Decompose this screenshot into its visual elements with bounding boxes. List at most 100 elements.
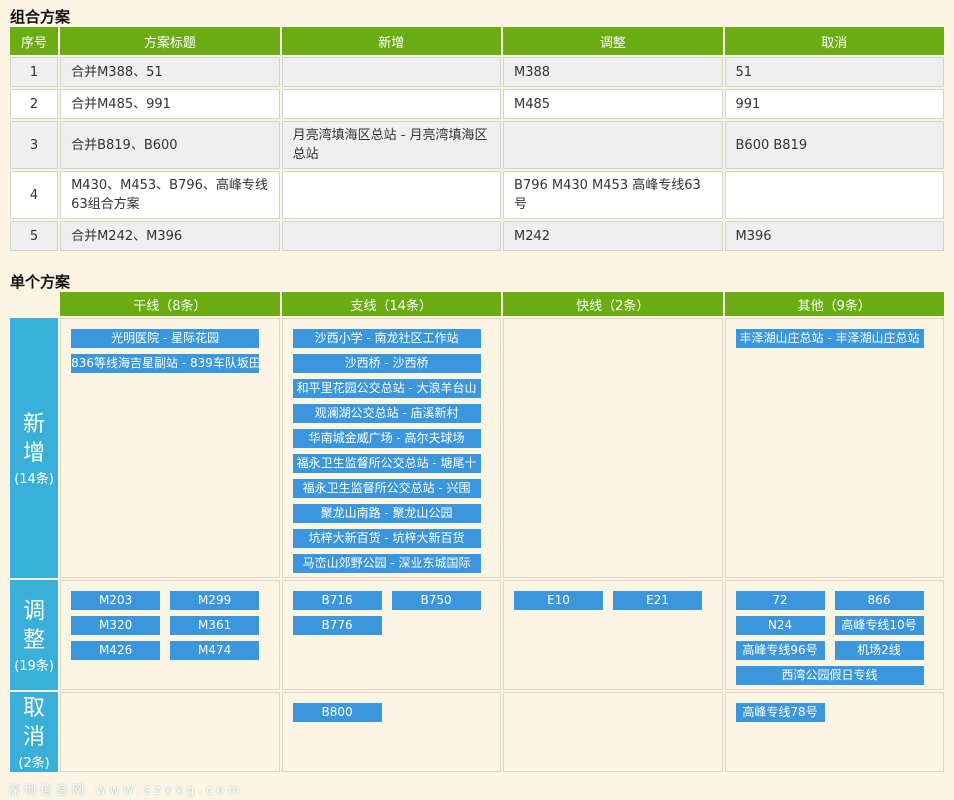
table-row: 4 M430、M453、B796、高峰专线63组合方案 B796 M430 M4… [10, 171, 944, 219]
table-row: 1 合并M388、51 M388 51 [10, 57, 944, 87]
route-tag[interactable]: 高峰专线96号 [735, 641, 825, 660]
route-tag[interactable]: N24 [735, 616, 825, 635]
row-adjust [503, 121, 723, 169]
route-tag[interactable]: E10 [514, 591, 604, 610]
tag-list: 高峰专线78号 [726, 693, 944, 722]
header-trunk: 干线（8条） [60, 292, 280, 316]
route-tag[interactable]: B776 [292, 616, 382, 635]
header-adjust: 调整 [503, 27, 723, 55]
route-tag[interactable]: B750 [391, 591, 481, 610]
header-cancel: 取消 [724, 27, 944, 55]
row-label-add-bottom: 增 [23, 440, 46, 466]
route-tag[interactable]: 华南城金威广场 - 高尔夫球场 [292, 429, 481, 448]
tag-list: 丰泽湖山庄总站 - 丰泽湖山庄总站 [726, 319, 944, 348]
route-tag[interactable]: 观澜湖公交总站 - 庙溪新村 [292, 404, 481, 423]
header-title: 方案标题 [60, 27, 280, 55]
route-tag[interactable]: 西湾公园假日专线 [735, 666, 924, 685]
tag-list: E10 E21 [504, 581, 721, 610]
row-add [281, 171, 502, 219]
table-row: 3 合并B819、B600 月亮湾填海区总站 - 月亮湾填海区总站 B600 B… [10, 121, 944, 169]
cell-add-trunk: 光明医院 - 星际花园 836等线海吉星副站 - 839车队坂田 [60, 318, 280, 578]
row-label-cancel-top: 取 [23, 696, 46, 721]
cell-cancel-trunk [60, 692, 280, 772]
row-title: 合并M242、M396 [60, 221, 280, 251]
row-label-adjust: 调 整 (19条) [10, 580, 59, 690]
row-title: 合并B819、B600 [60, 121, 280, 169]
route-tag[interactable]: 866 [834, 591, 924, 610]
route-tag[interactable]: M299 [170, 591, 260, 610]
row-add [281, 89, 502, 119]
row-cancel: M396 [724, 221, 944, 251]
cell-cancel-express [503, 692, 723, 772]
row-add: 新 增 (14条) 光明医院 - 星际花园 836等线海吉星副站 - 839车队坂… [10, 318, 944, 578]
row-cancel: B600 B819 [724, 121, 944, 169]
route-tag[interactable]: B716 [292, 591, 382, 610]
route-tag[interactable]: E21 [613, 591, 703, 610]
row-add [281, 57, 502, 87]
route-tag[interactable]: M203 [71, 591, 161, 610]
header-express: 快线（2条） [503, 292, 723, 316]
row-label-adjust-bottom: 整 [23, 627, 46, 653]
route-tag[interactable]: 马峦山郊野公园 - 深业东城国际 [292, 554, 481, 573]
route-tag[interactable]: 高峰专线78号 [735, 703, 825, 722]
route-tag[interactable]: 坑梓大新百货 - 坑梓大新百货 [292, 529, 481, 548]
route-tag[interactable]: 沙西小学 - 南龙社区工作站 [292, 329, 481, 348]
route-tag[interactable]: M474 [170, 641, 260, 660]
route-tag[interactable]: 机场2线 [834, 641, 924, 660]
tag-list [61, 693, 278, 703]
row-add [281, 221, 502, 251]
tag-list: B800 [283, 693, 500, 722]
row-label-cancel-bottom: 消 [23, 725, 46, 750]
row-label-add-count: (14条) [14, 471, 54, 487]
row-cancel: 51 [724, 57, 944, 87]
row-label-cancel-count: (2条) [18, 756, 50, 771]
route-tag[interactable]: 836等线海吉星副站 - 839车队坂田 [71, 354, 260, 373]
single-section-title: 单个方案 [10, 273, 71, 291]
cell-add-express [503, 318, 723, 578]
tag-list: 沙西小学 - 南龙社区工作站 沙西桥 - 沙西桥 和平里花园公交总站 - 大浪羊台山… [283, 319, 500, 573]
route-tag[interactable]: M426 [71, 641, 161, 660]
route-tag[interactable]: 福永卫生监督所公交总站 - 兴围 [292, 479, 481, 498]
cell-add-other: 丰泽湖山庄总站 - 丰泽湖山庄总站 [724, 318, 944, 578]
row-no: 2 [10, 89, 59, 119]
row-adjust: M242 [503, 221, 723, 251]
row-cancel [724, 171, 944, 219]
cell-adjust-express: E10 E21 [503, 580, 723, 690]
route-tag[interactable]: 和平里花园公交总站 - 大浪羊台山 [292, 379, 481, 398]
route-tag[interactable]: B800 [292, 703, 382, 722]
route-tag[interactable]: M320 [71, 616, 161, 635]
row-label-add-top: 新 [23, 411, 46, 437]
tag-list [504, 319, 721, 329]
combo-section-title: 组合方案 [10, 8, 71, 26]
route-tag[interactable]: 72 [735, 591, 825, 610]
route-tag[interactable]: 沙西桥 - 沙西桥 [292, 354, 481, 373]
table-row: 5 合并M242、M396 M242 M396 [10, 221, 944, 251]
row-adjust: M388 [503, 57, 723, 87]
single-header-row: 干线（8条） 支线（14条） 快线（2条） 其他（9条） [10, 292, 944, 316]
row-no: 1 [10, 57, 59, 87]
row-cancel: 991 [724, 89, 944, 119]
row-adjust: M485 [503, 89, 723, 119]
route-tag[interactable]: 光明医院 - 星际花园 [71, 329, 260, 348]
combo-table: 序号 方案标题 新增 调整 取消 1 合并M388、51 M388 51 2 合… [8, 25, 946, 253]
route-tag[interactable]: 丰泽湖山庄总站 - 丰泽湖山庄总站 [735, 329, 924, 348]
header-branch: 支线（14条） [281, 292, 502, 316]
row-no: 3 [10, 121, 59, 169]
cell-adjust-trunk: M203 M299 M320 M361 M426 M474 [60, 580, 280, 690]
row-cancel: 取 消 (2条) B800 高峰专线78号 [10, 692, 944, 772]
combo-header-row: 序号 方案标题 新增 调整 取消 [10, 27, 944, 55]
route-tag[interactable]: 高峰专线10号 [834, 616, 924, 635]
cell-adjust-other: 72 866 N24 高峰专线10号 高峰专线96号 机场2线西湾公园假日专线 [724, 580, 944, 690]
route-tag[interactable]: 福永卫生监督所公交总站 - 塘尾十 [292, 454, 481, 473]
route-tag[interactable]: M361 [170, 616, 260, 635]
tag-list: 光明医院 - 星际花园 836等线海吉星副站 - 839车队坂田 [61, 319, 278, 373]
route-tag[interactable]: 聚龙山南路 - 聚龙山公园 [292, 504, 481, 523]
row-label-adjust-top: 调 [23, 598, 46, 624]
cell-adjust-branch: B716 B750 B776 [281, 580, 502, 690]
row-adjust: 调 整 (19条) M203 M299 M320 M361 M426 M474 B716 B… [10, 580, 944, 690]
row-title: 合并M485、991 [60, 89, 280, 119]
row-adjust: B796 M430 M453 高峰专线63号 [503, 171, 723, 219]
header-other: 其他（9条） [724, 292, 944, 316]
tag-list: M203 M299 M320 M361 M426 M474 [61, 581, 278, 660]
tag-list [504, 693, 721, 703]
